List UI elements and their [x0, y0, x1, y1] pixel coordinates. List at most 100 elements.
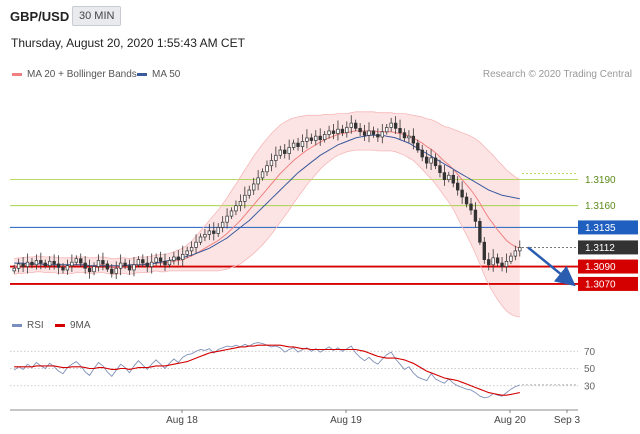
candle-body — [92, 266, 96, 273]
candle-body — [243, 194, 247, 202]
candle-body — [118, 262, 123, 269]
candle-body — [114, 267, 118, 274]
candle-body — [380, 131, 384, 138]
candle-body — [123, 262, 127, 267]
candle-body — [518, 247, 522, 252]
candle-body — [136, 259, 141, 266]
candle-body — [491, 257, 495, 266]
candle-body — [225, 215, 229, 223]
candle-body — [163, 260, 167, 266]
candle-body — [309, 137, 314, 141]
candle-body — [229, 210, 234, 217]
candle-body — [513, 250, 518, 257]
candle-body — [349, 122, 353, 128]
candle-body — [43, 262, 47, 267]
candle-body — [433, 157, 438, 167]
candle-body — [274, 154, 278, 161]
candle-body — [411, 135, 416, 144]
candle-body — [487, 259, 491, 266]
x-tick-label: Aug 20 — [494, 415, 526, 426]
candle-body — [21, 263, 25, 267]
candle-body — [318, 135, 322, 140]
x-tick-label: Sep 3 — [554, 415, 581, 426]
candle-body — [447, 174, 451, 180]
candle-body — [305, 137, 309, 142]
level-label-1.3070: 1.3070 — [585, 279, 616, 290]
candle-body — [48, 260, 52, 267]
candle-body — [79, 258, 83, 264]
candle-body — [367, 130, 371, 136]
candle-body — [141, 259, 145, 264]
candle-body — [376, 134, 380, 138]
candle-body — [30, 261, 34, 266]
level-label-1.3112: 1.3112 — [585, 243, 615, 254]
candle-body — [101, 260, 105, 265]
rsi-tick-50: 50 — [584, 364, 596, 375]
candle-body — [185, 250, 189, 255]
x-tick-label: Aug 19 — [330, 415, 362, 426]
candle-body — [495, 257, 500, 264]
candle-body — [52, 260, 56, 265]
rsi-line — [13, 342, 520, 399]
candle-body — [354, 122, 358, 129]
candle-body — [216, 227, 220, 234]
candle-body — [234, 205, 238, 212]
level-label-1.3190: 1.3190 — [585, 175, 616, 186]
candle-body — [269, 160, 274, 167]
candle-body — [176, 256, 180, 260]
candle-body — [460, 189, 464, 198]
candle-body — [132, 264, 136, 271]
candle-body — [74, 258, 78, 263]
level-label-1.3090: 1.3090 — [585, 262, 616, 273]
candle-body — [416, 142, 420, 151]
candle-body — [358, 127, 362, 133]
price-chart[interactable]: 1.3190 1.3160 1.3135 1.3112 1.3090 1.3070 70 5… — [0, 0, 640, 434]
candle-body — [150, 261, 154, 267]
candle-body — [56, 263, 61, 268]
candle-body — [12, 267, 16, 272]
candle-body — [34, 260, 39, 266]
candle-body — [291, 142, 296, 148]
candle-body — [314, 135, 318, 141]
candle-body — [127, 265, 132, 271]
rsi-tick-30: 30 — [584, 381, 596, 392]
candle-body — [442, 172, 447, 180]
candle-body — [25, 261, 30, 267]
candle-body — [158, 257, 163, 262]
candle-body — [238, 200, 243, 207]
candle-body — [473, 209, 478, 222]
candle-body — [407, 135, 411, 139]
candle-body — [402, 132, 407, 139]
candle-body — [283, 149, 287, 154]
candle-body — [398, 127, 402, 134]
candle-body — [167, 260, 172, 266]
candle-body — [212, 230, 216, 234]
candle-body — [39, 260, 43, 264]
candle-body — [145, 262, 149, 267]
candle-body — [70, 261, 74, 267]
level-label-1.3135: 1.3135 — [585, 223, 616, 234]
candle-body — [260, 171, 265, 179]
candle-body — [327, 130, 331, 135]
candle-body — [336, 128, 340, 134]
candle-body — [478, 220, 482, 243]
candle-body — [504, 260, 509, 267]
level-label-1.3160: 1.3160 — [585, 201, 616, 212]
candle-body — [96, 260, 101, 267]
candle-body — [331, 130, 336, 134]
candle-body — [154, 257, 158, 263]
candle-body — [322, 134, 327, 140]
candle-body — [105, 263, 110, 270]
candle-body — [87, 267, 92, 273]
candle-body — [509, 255, 513, 262]
candle-body — [278, 149, 282, 156]
candle-body — [385, 127, 389, 133]
rsi-9ma-line — [14, 344, 520, 396]
candle-body — [256, 177, 260, 185]
candle-body — [265, 165, 269, 173]
candle-body — [16, 263, 21, 269]
forecast-arrow — [527, 246, 576, 287]
candle-body — [189, 247, 194, 252]
candle-body — [451, 174, 455, 184]
candle-body — [172, 256, 176, 261]
